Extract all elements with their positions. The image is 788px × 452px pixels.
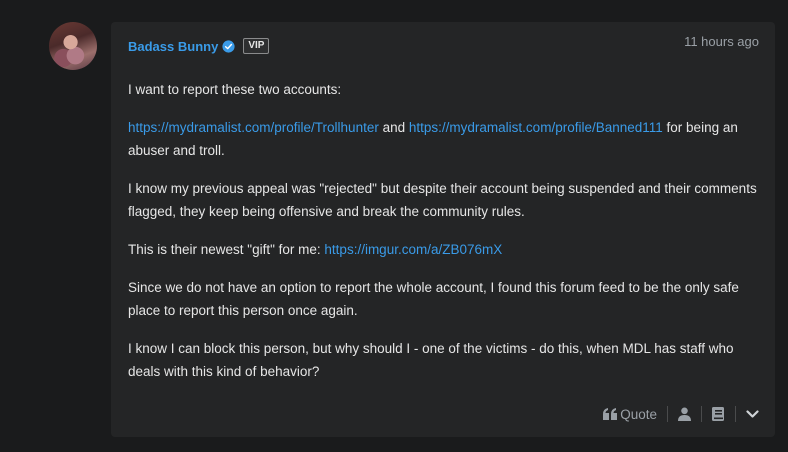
bookmark-button[interactable] xyxy=(712,407,725,421)
user-icon xyxy=(678,407,691,421)
paragraph-1: I want to report these two accounts: xyxy=(128,82,342,97)
imgur-link[interactable]: https://imgur.com/a/ZB076mX xyxy=(324,242,502,257)
quote-icon xyxy=(603,407,618,420)
quote-button[interactable]: Quote xyxy=(603,407,657,422)
paragraph-6: I know I can block this person, but why … xyxy=(128,341,734,379)
paragraph-4: This is their newest "gift" for me: http… xyxy=(128,238,760,261)
paragraph-3: I know my previous appeal was "rejected"… xyxy=(128,181,757,219)
paragraph-4-text: This is their newest "gift" for me: xyxy=(128,242,321,257)
paragraph-2: https://mydramalist.com/profile/Trollhun… xyxy=(128,116,760,162)
post-time[interactable]: 11 hours ago xyxy=(684,34,759,49)
quote-label: Quote xyxy=(620,406,657,422)
paragraph-5: Since we do not have an option to report… xyxy=(128,280,739,318)
divider xyxy=(701,406,702,422)
trollhunter-link[interactable]: https://mydramalist.com/profile/Trollhun… xyxy=(128,120,379,135)
divider xyxy=(667,406,668,422)
author-name[interactable]: Badass Bunny xyxy=(128,39,218,54)
vip-badge: VIP xyxy=(243,38,270,54)
comment-actions: Quote xyxy=(603,405,759,423)
divider xyxy=(735,406,736,422)
comment-header: Badass Bunny VIP xyxy=(128,38,270,54)
and-text: and xyxy=(382,120,406,135)
comment-body: I want to report these two accounts: htt… xyxy=(128,78,760,398)
verified-icon xyxy=(222,39,235,53)
avatar[interactable] xyxy=(49,22,97,70)
profile-button[interactable] xyxy=(678,407,691,421)
banned111-link[interactable]: https://mydramalist.com/profile/Banned11… xyxy=(409,120,663,135)
comment-card: Badass Bunny VIP 11 hours ago I want to … xyxy=(111,22,775,437)
chevron-down-icon xyxy=(746,409,759,418)
book-icon xyxy=(712,407,724,421)
more-options-button[interactable] xyxy=(746,409,759,419)
